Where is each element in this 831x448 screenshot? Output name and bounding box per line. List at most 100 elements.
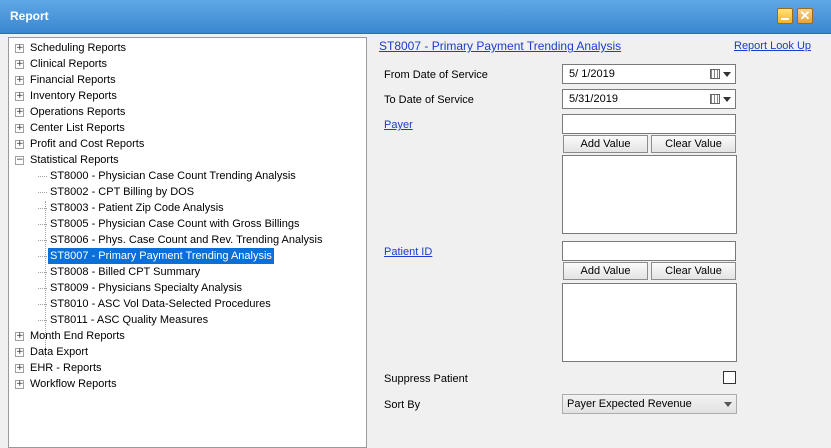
patient-clear-value-button[interactable]: Clear Value [651,262,736,280]
tree-item[interactable]: + EHR - Reports [9,360,366,376]
tree-item-label-selected: ST8007 - Primary Payment Trending Analys… [48,248,274,264]
patient-listbox[interactable] [562,283,737,362]
payer-listbox[interactable] [562,155,737,234]
tree-connector [38,240,47,241]
to-date-label: To Date of Service [384,94,474,106]
to-date-value: 5/31/2019 [569,93,618,105]
tree-item-label: ST8011 - ASC Quality Measures [50,314,209,326]
tree-connector [38,272,47,273]
tree-item[interactable]: ST8008 - Billed CPT Summary [9,264,366,280]
payer-value [563,118,569,130]
expand-icon[interactable]: + [15,92,24,101]
tree-connector [38,176,47,177]
tree-item-label: ST8009 - Physicians Specialty Analysis [50,282,242,294]
tree-item-label: Scheduling Reports [30,42,127,54]
payer-link[interactable]: Payer [384,119,413,131]
collapse-icon[interactable]: − [15,156,24,165]
tree-item[interactable]: ST8010 - ASC Vol Data-Selected Procedure… [9,296,366,312]
sort-by-select[interactable]: Payer Expected Revenue [562,394,737,414]
tree-item[interactable]: ST8007 - Primary Payment Trending Analys… [9,248,366,264]
tree-item-label: Financial Reports [30,74,116,86]
tree-item-label: EHR - Reports [30,362,102,374]
tree-connector [38,256,47,257]
from-date-value: 5/ 1/2019 [569,68,615,80]
tree-item-label: Profit and Cost Reports [30,138,145,150]
expand-icon[interactable]: + [15,108,24,117]
report-title: ST8007 - Primary Payment Trending Analys… [379,39,622,53]
expand-icon[interactable]: + [15,124,24,133]
expand-icon[interactable]: + [15,76,24,85]
tree-connector [38,208,47,209]
tree-item-label: ST8003 - Patient Zip Code Analysis [50,202,224,214]
close-icon[interactable]: ✕ [797,8,813,24]
tree-item[interactable]: + Data Export [9,344,366,360]
expand-icon[interactable]: + [15,364,24,373]
tree-connector [38,320,47,321]
sort-by-label: Sort By [384,399,421,411]
tree-item[interactable]: + Operations Reports [9,104,366,120]
tree-item-label: Center List Reports [30,122,125,134]
tree-item[interactable]: − Statistical Reports [9,152,366,168]
tree-item[interactable]: ST8006 - Phys. Case Count and Rev. Trend… [9,232,366,248]
to-date-picker[interactable]: 5/31/2019 [562,89,736,109]
tree-item-label: ST8005 - Physician Case Count with Gross… [50,218,300,230]
tree-item[interactable]: ST8009 - Physicians Specialty Analysis [9,280,366,296]
tree-item[interactable]: + Workflow Reports [9,376,366,392]
tree-item[interactable]: + Scheduling Reports [9,40,366,56]
expand-icon[interactable]: + [15,60,24,69]
patient-id-value [563,245,569,257]
tree-item[interactable]: ST8003 - Patient Zip Code Analysis [9,200,366,216]
tree-item[interactable]: ST8011 - ASC Quality Measures [9,312,366,328]
tree-item[interactable]: ST8005 - Physician Case Count with Gross… [9,216,366,232]
tree-item-label: Statistical Reports [30,154,119,166]
patient-id-link[interactable]: Patient ID [384,246,432,258]
report-tree[interactable]: + Scheduling Reports + Clinical Reports + Fin… [8,37,367,448]
expand-icon[interactable]: + [15,332,24,341]
patient-add-value-button[interactable]: Add Value [563,262,648,280]
tree-item[interactable]: + Profit and Cost Reports [9,136,366,152]
report-lookup-link[interactable]: Report Look Up [734,40,811,52]
tree-item[interactable]: + Financial Reports [9,72,366,88]
tree-item-label: ST8010 - ASC Vol Data-Selected Procedure… [50,298,271,310]
tree-item-label: ST8006 - Phys. Case Count and Rev. Trend… [50,234,323,246]
payer-clear-value-button[interactable]: Clear Value [651,135,736,153]
tree-connector [38,288,47,289]
payer-input[interactable] [562,114,736,134]
tree-item[interactable]: + Month End Reports [9,328,366,344]
suppress-patient-label: Suppress Patient [384,373,468,385]
tree-item[interactable]: ST8002 - CPT Billing by DOS [9,184,366,200]
tree-item-label: ST8000 - Physician Case Count Trending A… [50,170,296,182]
minimize-icon[interactable] [777,8,793,24]
tree-item-label: ST8002 - CPT Billing by DOS [50,186,195,198]
tree-item[interactable]: + Inventory Reports [9,88,366,104]
calendar-icon[interactable] [710,69,720,79]
window-title: Report [10,9,49,23]
title-bar: Report ✕ [0,0,831,34]
patient-id-input[interactable] [562,241,736,261]
report-parameters-pane: ST8007 - Primary Payment Trending Analys… [368,34,831,448]
tree-item-label: Clinical Reports [30,58,108,70]
calendar-icon[interactable] [710,94,720,104]
tree-connector [38,192,47,193]
tree-item-label: Data Export [30,346,89,358]
tree-item-label: ST8008 - Billed CPT Summary [50,266,201,278]
expand-icon[interactable]: + [15,44,24,53]
tree-item[interactable]: + Center List Reports [9,120,366,136]
tree-item-label: Month End Reports [30,330,125,342]
suppress-patient-checkbox[interactable] [723,371,736,384]
tree-item[interactable]: + Clinical Reports [9,56,366,72]
tree-item[interactable]: ST8000 - Physician Case Count Trending A… [9,168,366,184]
expand-icon[interactable]: + [15,380,24,389]
chevron-down-icon[interactable] [724,402,732,407]
tree-connector [38,304,47,305]
close-glyph: ✕ [799,8,811,23]
sort-by-value: Payer Expected Revenue [567,398,692,410]
chevron-down-icon[interactable] [723,97,731,102]
tree-item-label: Operations Reports [30,106,126,118]
expand-icon[interactable]: + [15,140,24,149]
tree-item-label: Inventory Reports [30,90,117,102]
expand-icon[interactable]: + [15,348,24,357]
chevron-down-icon[interactable] [723,72,731,77]
payer-add-value-button[interactable]: Add Value [563,135,648,153]
from-date-picker[interactable]: 5/ 1/2019 [562,64,736,84]
